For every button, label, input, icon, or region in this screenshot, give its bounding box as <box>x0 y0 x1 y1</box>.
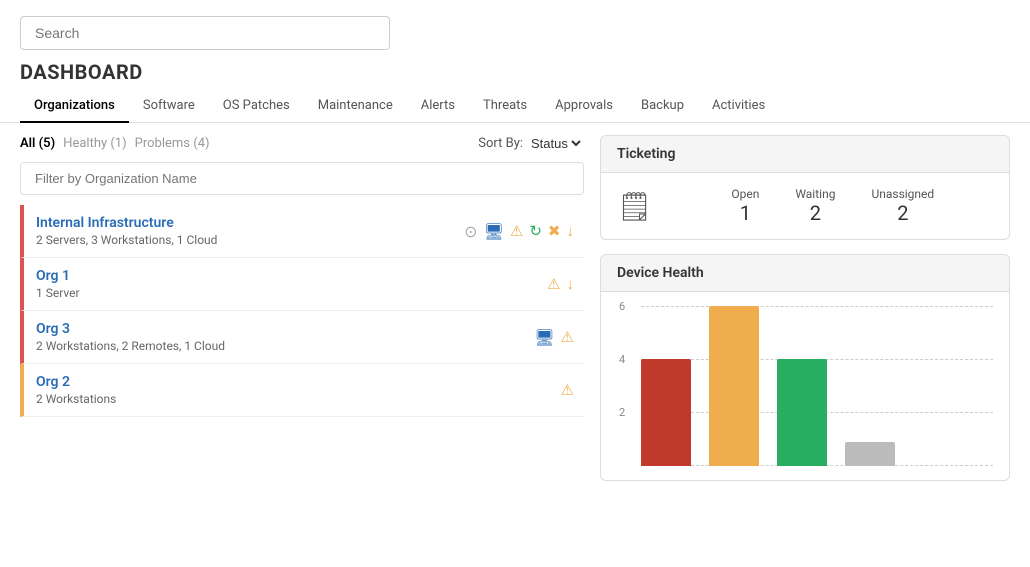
org-name-org1[interactable]: Org 1 <box>36 268 80 284</box>
warning-icon-org1[interactable]: ⚠ <box>547 275 560 293</box>
org-name-org2[interactable]: Org 2 <box>36 374 116 390</box>
chart-bar-gray <box>845 442 895 466</box>
chart-label-2: 2 <box>619 406 625 419</box>
org-icons-org3: 🖥 ⚠ <box>534 328 574 347</box>
tab-software[interactable]: Software <box>129 90 209 123</box>
ticket-unassigned-value: 2 <box>897 201 908 225</box>
org-icons-org2: ⚠ <box>561 381 574 399</box>
chart-label-6: 6 <box>619 300 625 313</box>
org-icons-org1: ⚠ ↓ <box>547 275 574 293</box>
down-arrow-icon[interactable]: ↓ <box>567 222 575 240</box>
org-details-org2: 2 Workstations <box>36 392 116 406</box>
monitor-icon-org3[interactable]: 🖥 <box>534 328 554 347</box>
ticketing-header: Ticketing <box>601 136 1009 173</box>
ticket-stat-unassigned: Unassigned 2 <box>871 187 934 225</box>
tab-organizations[interactable]: Organizations <box>20 90 129 123</box>
ticket-stat-waiting: Waiting 2 <box>795 187 835 225</box>
ticket-waiting-label: Waiting <box>795 187 835 201</box>
ticket-open-label: Open <box>731 187 759 201</box>
chart-bar-yellow <box>709 306 759 466</box>
right-panel: Ticketing 🗒 Open 1 Waiting 2 Unassigned … <box>600 135 1010 481</box>
warning-icon-org2[interactable]: ⚠ <box>561 381 574 399</box>
dots-circle-icon[interactable]: ⊙ <box>464 222 477 241</box>
tab-approvals[interactable]: Approvals <box>541 90 627 123</box>
bar-gray-wrap <box>845 442 895 466</box>
device-health-header: Device Health <box>601 255 1009 292</box>
org-filter-input[interactable] <box>20 162 584 195</box>
filter-tab-problems[interactable]: Problems (4) <box>135 136 210 151</box>
org-details-org1: 1 Server <box>36 286 80 300</box>
tab-maintenance[interactable]: Maintenance <box>304 90 407 123</box>
org-name-org3[interactable]: Org 3 <box>36 321 225 337</box>
ticketing-body: 🗒 Open 1 Waiting 2 Unassigned 2 <box>601 173 1009 239</box>
org-icons-internal: ⊙ 🖥 ⚠ ↻ ✖ ↓ <box>464 222 574 241</box>
ticket-open-value: 1 <box>740 201 751 225</box>
chart-bar-red <box>641 359 691 466</box>
device-health-card: Device Health 6 4 2 <box>600 254 1010 481</box>
ticket-stats: Open 1 Waiting 2 Unassigned 2 <box>673 187 993 225</box>
bar-yellow-wrap <box>709 306 759 466</box>
chart-label-4: 4 <box>619 353 625 366</box>
warning-icon-org3[interactable]: ⚠ <box>561 328 574 346</box>
filter-tab-all[interactable]: All (5) <box>20 136 55 151</box>
org-list: Internal Infrastructure 2 Servers, 3 Wor… <box>20 205 584 417</box>
tab-os-patches[interactable]: OS Patches <box>209 90 304 123</box>
refresh-icon[interactable]: ↻ <box>529 222 542 240</box>
org-item-org1: Org 1 1 Server ⚠ ↓ <box>20 258 584 311</box>
ticket-waiting-value: 2 <box>810 201 821 225</box>
sort-label: Sort By: <box>478 136 523 151</box>
tab-activities[interactable]: Activities <box>698 90 779 123</box>
ticket-unassigned-label: Unassigned <box>871 187 934 201</box>
sort-by: Sort By: Status Name <box>478 135 584 152</box>
org-item-org3: Org 3 2 Workstations, 2 Remotes, 1 Cloud… <box>20 311 584 364</box>
nav-tabs: Organizations Software OS Patches Mainte… <box>0 90 1030 123</box>
device-health-body: 6 4 2 <box>601 292 1009 480</box>
org-name-internal[interactable]: Internal Infrastructure <box>36 215 217 231</box>
org-details-org3: 2 Workstations, 2 Remotes, 1 Cloud <box>36 339 225 353</box>
main-content: All (5) Healthy (1) Problems (4) Sort By… <box>0 123 1030 493</box>
tab-alerts[interactable]: Alerts <box>407 90 469 123</box>
filter-tabs: All (5) Healthy (1) Problems (4) <box>20 136 210 151</box>
ticket-icon: 🗒 <box>617 190 653 223</box>
bar-green-wrap <box>777 359 827 466</box>
tab-threats[interactable]: Threats <box>469 90 541 123</box>
filter-bar: All (5) Healthy (1) Problems (4) Sort By… <box>20 135 584 152</box>
left-panel: All (5) Healthy (1) Problems (4) Sort By… <box>20 135 584 481</box>
org-item-org2: Org 2 2 Workstations ⚠ <box>20 364 584 417</box>
cross-icon[interactable]: ✖ <box>548 222 561 240</box>
sort-select[interactable]: Status Name <box>527 135 584 152</box>
org-details-internal: 2 Servers, 3 Workstations, 1 Cloud <box>36 233 217 247</box>
monitor-icon[interactable]: 🖥 <box>484 222 504 241</box>
search-input[interactable] <box>20 16 390 50</box>
filter-tab-healthy[interactable]: Healthy (1) <box>63 136 126 151</box>
tab-backup[interactable]: Backup <box>627 90 698 123</box>
down-arrow-icon-org1[interactable]: ↓ <box>567 275 575 293</box>
page-title: DASHBOARD <box>0 60 1030 90</box>
bar-red-wrap <box>641 359 691 466</box>
search-bar <box>0 0 1030 60</box>
ticketing-card: Ticketing 🗒 Open 1 Waiting 2 Unassigned … <box>600 135 1010 240</box>
chart-bar-green <box>777 359 827 466</box>
org-item-internal-infrastructure: Internal Infrastructure 2 Servers, 3 Wor… <box>20 205 584 258</box>
ticket-stat-open: Open 1 <box>731 187 759 225</box>
warning-icon[interactable]: ⚠ <box>510 222 523 240</box>
